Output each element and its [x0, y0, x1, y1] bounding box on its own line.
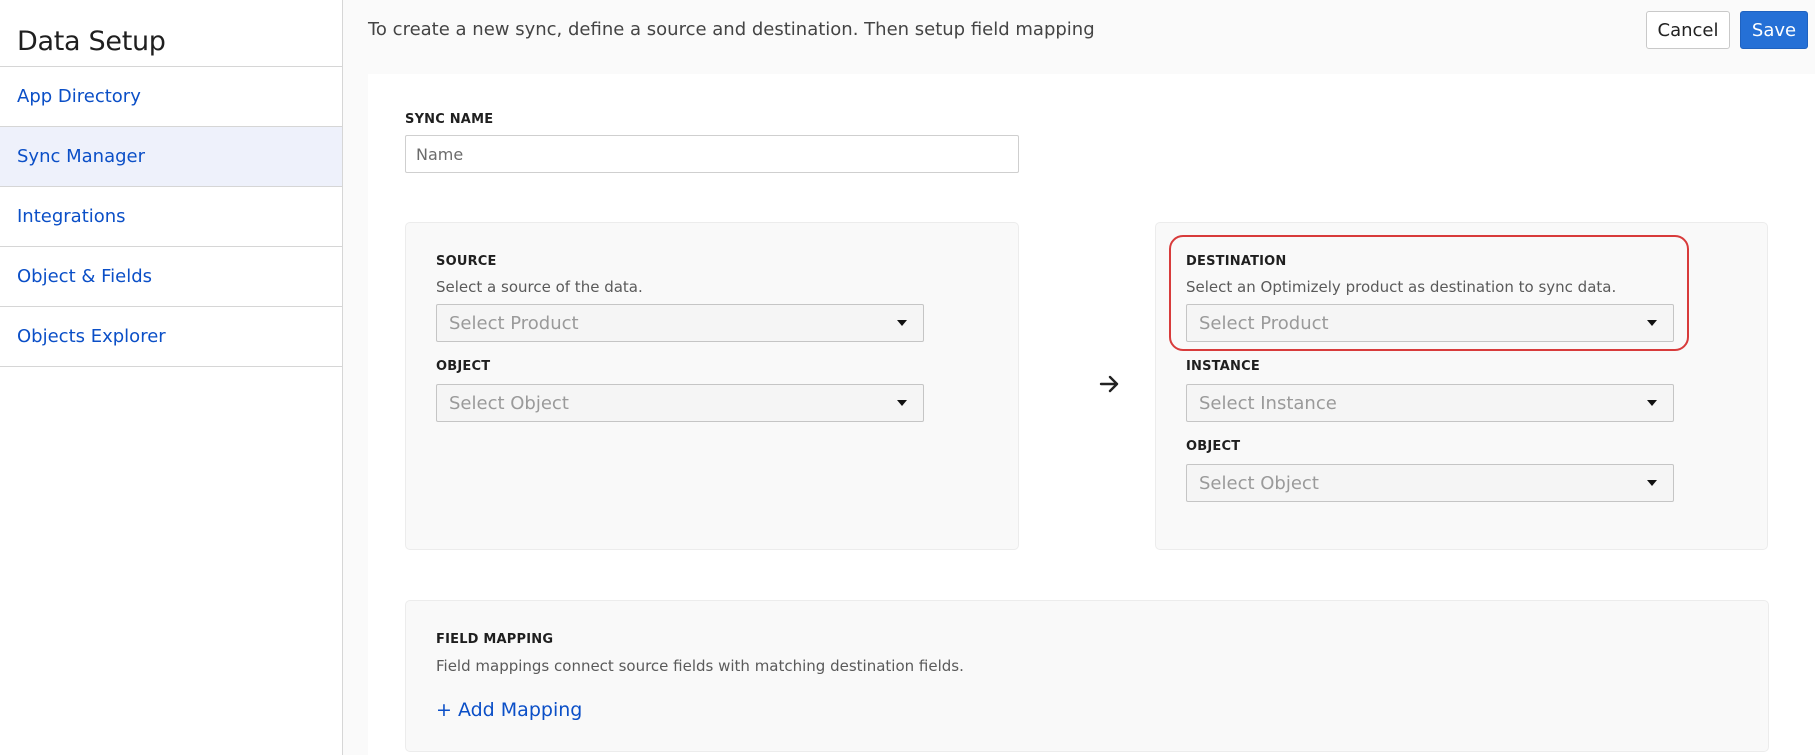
- sidebar-item-sync-manager[interactable]: Sync Manager: [0, 127, 342, 187]
- cancel-button[interactable]: Cancel: [1646, 11, 1730, 49]
- sidebar: Data Setup App Directory Sync Manager In…: [0, 0, 343, 755]
- instructions-text: To create a new sync, define a source an…: [368, 19, 1095, 40]
- field-mapping-label: FIELD MAPPING: [436, 632, 554, 647]
- main-area: To create a new sync, define a source an…: [343, 0, 1815, 755]
- destination-label: DESTINATION: [1186, 254, 1287, 269]
- sync-form: SYNC NAME SOURCE Select a source of the …: [368, 74, 1815, 755]
- sidebar-item-app-directory[interactable]: App Directory: [0, 67, 342, 127]
- save-button[interactable]: Save: [1740, 11, 1808, 49]
- sync-name-input[interactable]: [405, 135, 1019, 173]
- destination-object-select-value: Select Object: [1199, 472, 1319, 494]
- add-mapping-button[interactable]: + Add Mapping: [436, 699, 582, 721]
- caret-down-icon: [1647, 320, 1657, 326]
- source-object-label: OBJECT: [436, 359, 491, 374]
- sidebar-nav: App Directory Sync Manager Integrations …: [0, 66, 342, 367]
- destination-product-select-value: Select Product: [1199, 312, 1329, 334]
- destination-panel: DESTINATION Select an Optimizely product…: [1155, 222, 1768, 550]
- destination-instance-label: INSTANCE: [1186, 359, 1260, 374]
- caret-down-icon: [1647, 480, 1657, 486]
- source-product-select[interactable]: Select Product: [436, 304, 924, 342]
- source-object-select[interactable]: Select Object: [436, 384, 924, 422]
- destination-instance-select-value: Select Instance: [1199, 392, 1337, 414]
- source-object-select-value: Select Object: [449, 392, 569, 414]
- destination-product-select[interactable]: Select Product: [1186, 304, 1674, 342]
- source-label: SOURCE: [436, 254, 497, 269]
- arrow-right-icon: [1099, 375, 1119, 393]
- source-description: Select a source of the data.: [436, 278, 643, 296]
- sidebar-item-objects-explorer[interactable]: Objects Explorer: [0, 307, 342, 367]
- caret-down-icon: [897, 320, 907, 326]
- source-panel: SOURCE Select a source of the data. Sele…: [405, 222, 1019, 550]
- destination-instance-select[interactable]: Select Instance: [1186, 384, 1674, 422]
- caret-down-icon: [1647, 400, 1657, 406]
- sidebar-item-object-fields[interactable]: Object & Fields: [0, 247, 342, 307]
- sidebar-title: Data Setup: [17, 26, 166, 57]
- field-mapping-description: Field mappings connect source fields wit…: [436, 657, 964, 675]
- sync-name-label: SYNC NAME: [405, 112, 494, 127]
- sidebar-item-integrations[interactable]: Integrations: [0, 187, 342, 247]
- destination-object-label: OBJECT: [1186, 439, 1241, 454]
- destination-description: Select an Optimizely product as destinat…: [1186, 278, 1617, 296]
- destination-object-select[interactable]: Select Object: [1186, 464, 1674, 502]
- caret-down-icon: [897, 400, 907, 406]
- source-product-select-value: Select Product: [449, 312, 579, 334]
- field-mapping-panel: FIELD MAPPING Field mappings connect sou…: [405, 600, 1769, 752]
